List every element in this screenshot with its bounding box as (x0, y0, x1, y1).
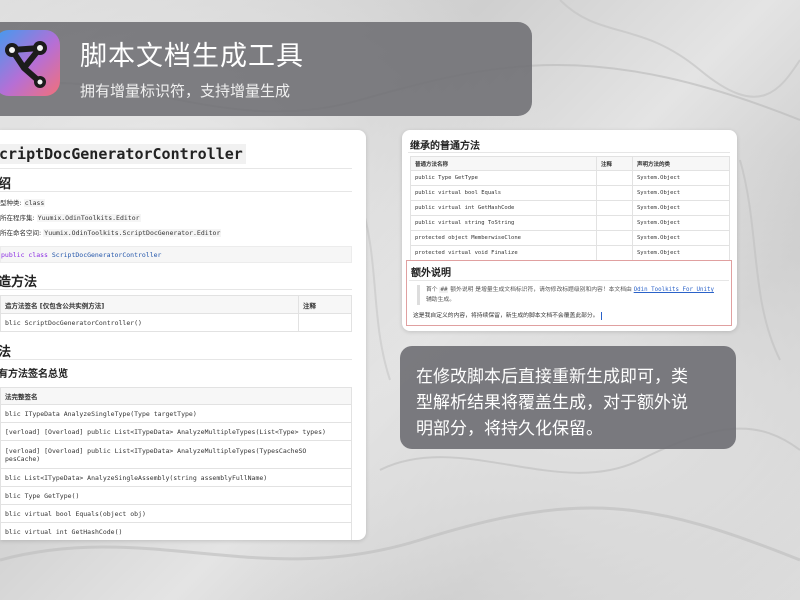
ctor-table: 造方法签名 [仅包含公共实例方法] 注释 blic ScriptDocGener… (0, 295, 352, 332)
divider (0, 168, 352, 169)
table-cell: [verload] [Overload] public List<ITypeDa… (0, 440, 352, 469)
ctor-table-header: 造方法签名 [仅包含公共实例方法] (0, 295, 299, 314)
inherited-heading: 继承的普通方法 (410, 141, 480, 152)
table-row: public virtual int GetHashCode System.Obj… (410, 200, 730, 216)
table-row: blic virtual int GetHashCode() (0, 522, 352, 540)
divider (408, 152, 730, 153)
table-cell: blic ScriptDocGeneratorController() (0, 313, 299, 332)
table-row: public virtual string ToString System.Obj… (410, 215, 730, 231)
ctor-heading: 造方法 (0, 275, 38, 290)
divider (0, 359, 352, 360)
table-row: [verload] [Overload] public List<ITypeDa… (0, 440, 352, 469)
table-row: public virtual bool Equals System.Object (410, 185, 730, 201)
extra-heading: 额外说明 (411, 268, 451, 279)
table-row: blic List<ITypeData> AnalyzeSingleAssemb… (0, 468, 352, 487)
divider (0, 289, 352, 290)
table-row: blic virtual bool Equals(object obj) (0, 504, 352, 523)
generated-notice-quote: 首个 ## 额外说明 是增量生成文档标识符，请勿修改标题级别和内容！本文档由 O… (417, 285, 717, 305)
methods-heading: 法 (0, 345, 12, 360)
table-row: blic ScriptDocGeneratorController() (0, 313, 352, 332)
table-cell: blic List<ITypeData> AnalyzeSingleAssemb… (0, 468, 352, 487)
app-icon (0, 30, 60, 96)
extra-notes-section: 额外说明 首个 ## 额外说明 是增量生成文档标识符，请勿修改标题级别和内容！本… (406, 260, 732, 326)
text-caret (600, 311, 602, 320)
page-title: 脚本文档生成工具 (80, 41, 304, 72)
table-row: blic Type GetType() (0, 486, 352, 505)
table-row: protected virtual void Finalize System.Ob… (410, 245, 730, 261)
custom-note-text[interactable]: 这是我自定义的内容，将持续保留，新生成的脚本文档不会覆盖此部分。 (413, 310, 602, 320)
divider (409, 280, 729, 281)
inherited-table: 普通方法名称 注释 声明方法的类 public Type GetType Syst… (410, 156, 730, 261)
note-bubble: 在修改脚本后直接重新生成即可，类 型解析结果将覆盖生成，对于额外说 明部分，将持… (400, 346, 736, 449)
meta-assembly: 所在程序集: Yuumix.OdinToolkits.Editor (0, 214, 141, 222)
table-row: public Type GetType System.Object (410, 170, 730, 186)
doc-right-panel: 继承的普通方法 普通方法名称 注释 声明方法的类 public Type Get… (402, 130, 737, 331)
ctor-table-header: 注释 (298, 295, 352, 314)
table-cell (298, 313, 352, 332)
doc-left-panel: criptDocGeneratorController 绍 型种类: class… (0, 130, 366, 540)
note-line: 明部分，将持久化保留。 (416, 419, 603, 439)
intro-heading: 绍 (0, 177, 12, 192)
methods-subheading: 有方法签名总览 (0, 369, 68, 380)
table-row: blic ITypeData AnalyzeSingleType(Type ta… (0, 404, 352, 423)
meta-namespace: 所在命名空间: Yuumix.OdinToolkits.ScriptDocGen… (0, 229, 222, 237)
meta-kind: 型种类: class (0, 199, 46, 207)
inherited-table-header: 声明方法的类 (632, 156, 730, 171)
table-cell: blic virtual int GetHashCode() (0, 522, 352, 540)
table-cell: blic virtual bool Equals(object obj) (0, 504, 352, 523)
table-row: protected object MemberwiseClone System.O… (410, 230, 730, 246)
page-subtitle: 拥有增量标识符，支持增量生成 (80, 82, 291, 100)
declaration-name: ScriptDocGeneratorController (51, 251, 162, 259)
note-line: 在修改脚本后直接重新生成即可，类 (416, 367, 688, 387)
inherited-table-header: 注释 (596, 156, 633, 171)
header-banner: 脚本文档生成工具 拥有增量标识符，支持增量生成 (0, 22, 532, 116)
inherited-table-header: 普通方法名称 (410, 156, 597, 171)
divider (0, 191, 352, 192)
declaration-code: public class ScriptDocGeneratorControlle… (0, 246, 352, 263)
note-line: 型解析结果将覆盖生成，对于额外说 (416, 393, 688, 413)
methods-table-header: 法完整签名 (0, 387, 352, 405)
table-cell: blic Type GetType() (0, 486, 352, 505)
declaration-keywords: public class (1, 251, 48, 259)
table-row: [verload] [Overload] public List<ITypeDa… (0, 422, 352, 441)
doc-title: criptDocGeneratorController (0, 144, 246, 164)
table-cell: [verload] [Overload] public List<ITypeDa… (0, 422, 352, 441)
odin-toolkits-link[interactable]: Odin Toolkits For Unity (634, 287, 714, 293)
methods-table: 法完整签名 blic ITypeData AnalyzeSingleType(T… (0, 387, 352, 540)
table-cell: blic ITypeData AnalyzeSingleType(Type ta… (0, 404, 352, 423)
